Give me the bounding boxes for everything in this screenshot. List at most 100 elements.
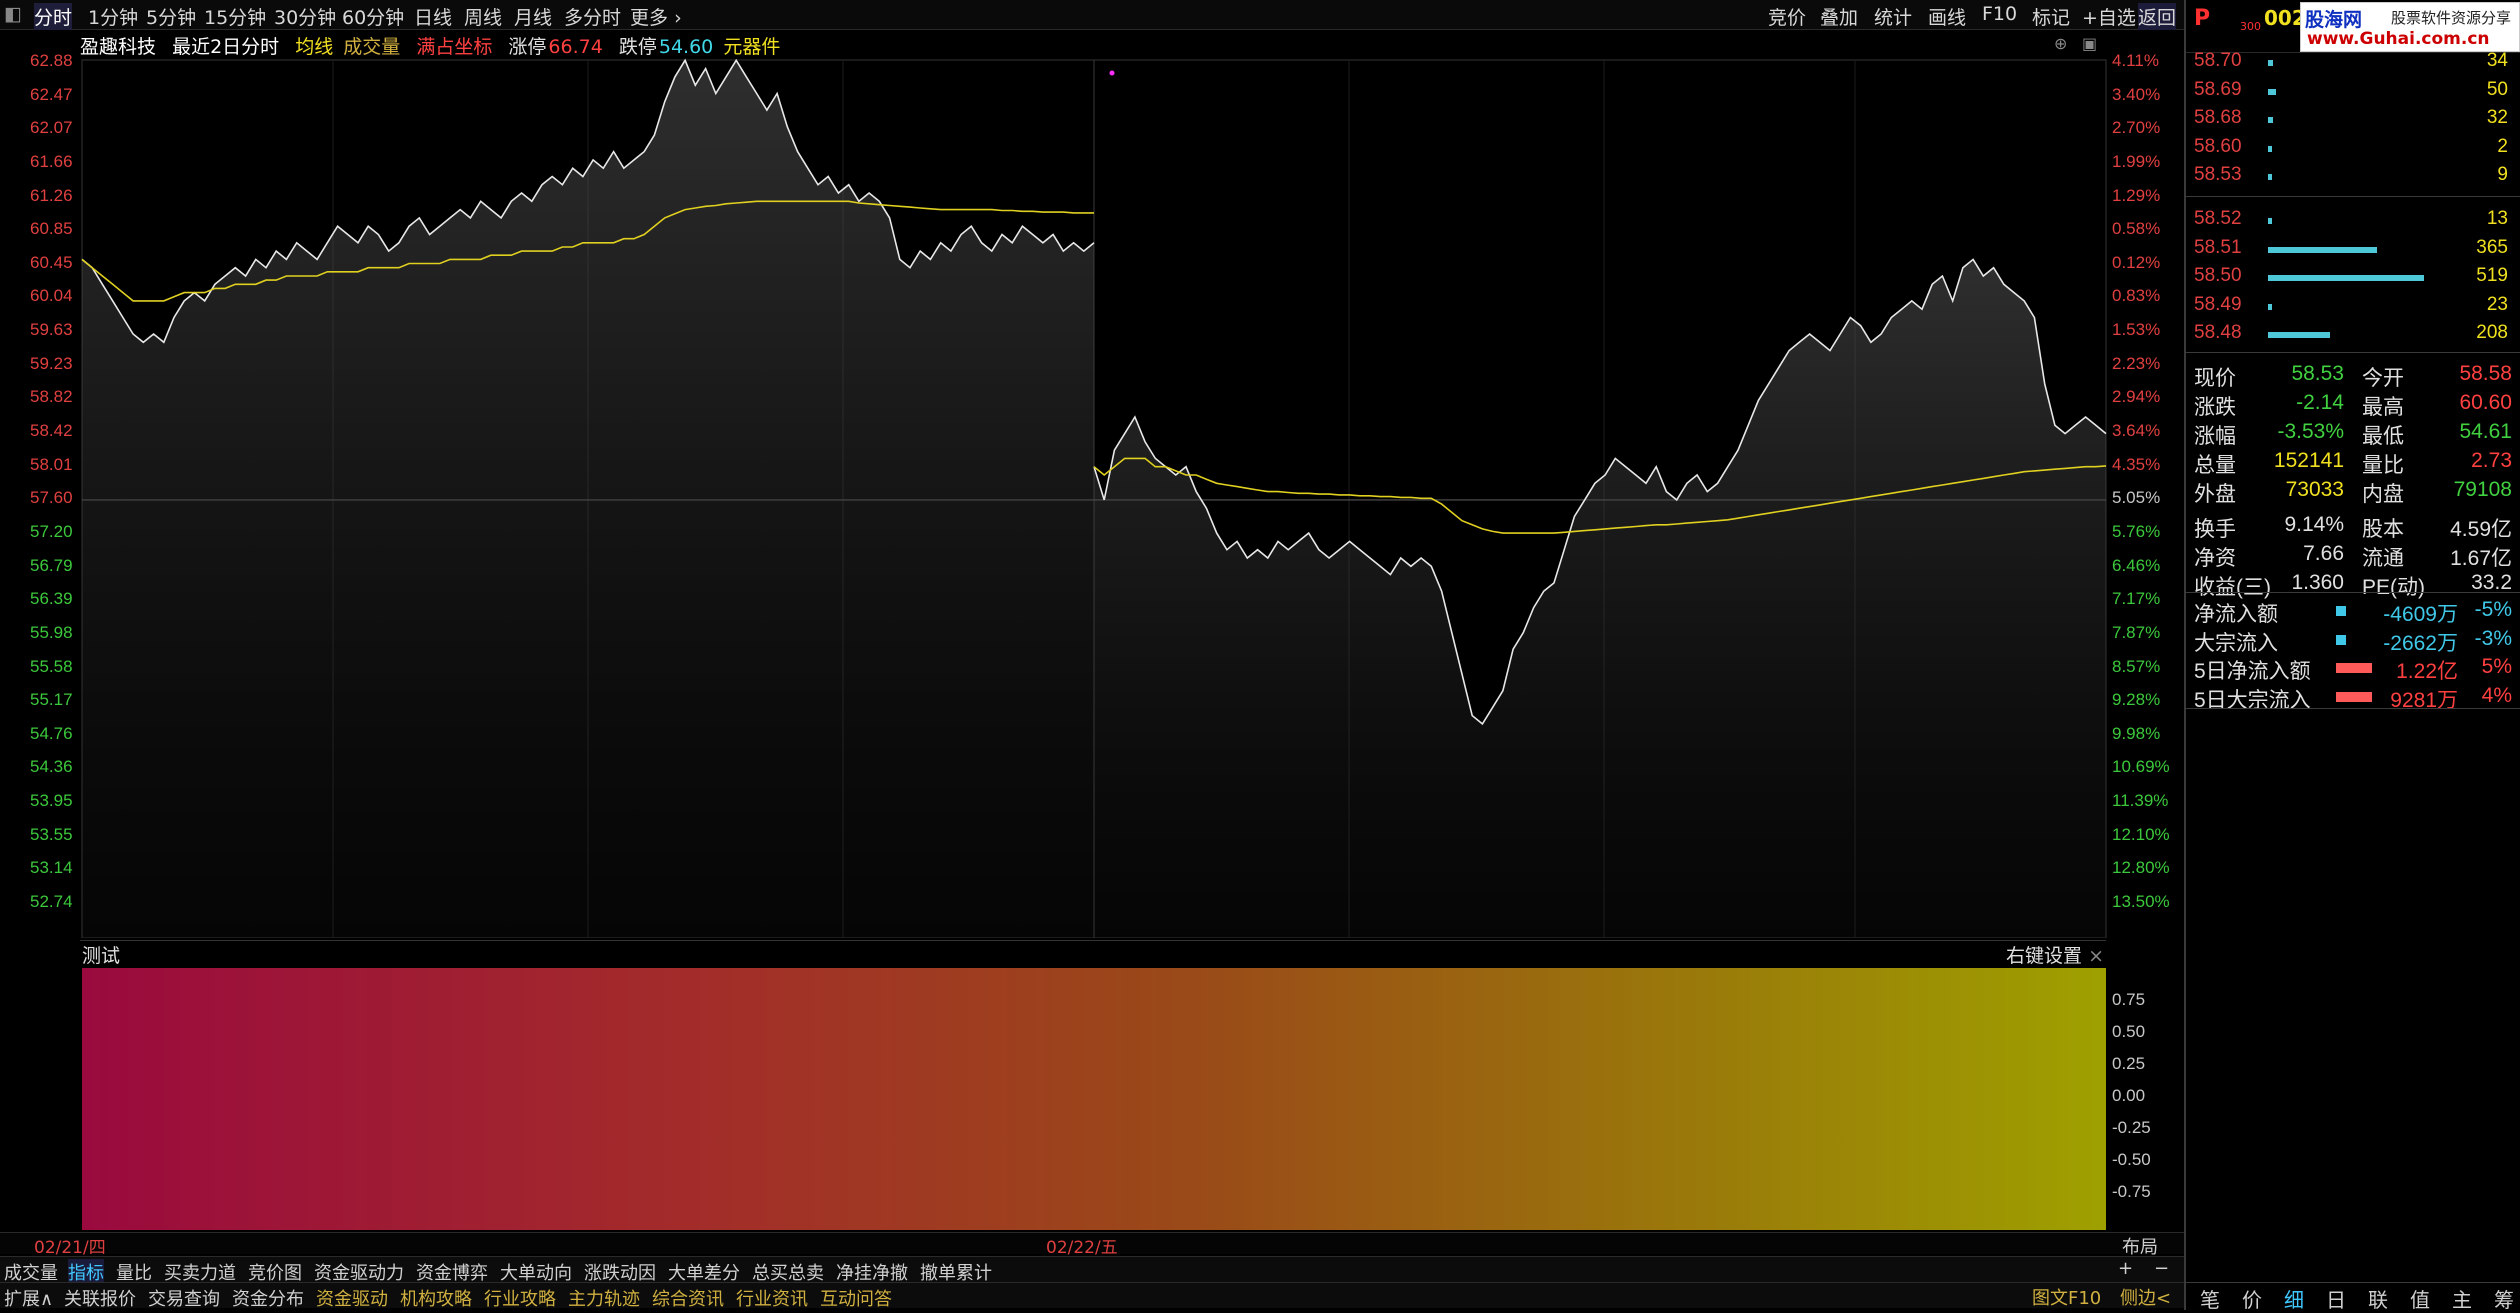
tab-daily[interactable]: 日线: [414, 3, 452, 30]
indicator-settings[interactable]: 右键设置 ×: [2006, 941, 2104, 968]
period-label: 最近2日分时: [172, 36, 280, 58]
ask-volume-bar: [2268, 174, 2272, 180]
price-tick: 53.14: [30, 858, 73, 878]
ext-tab-8[interactable]: 综合资讯: [652, 1285, 724, 1311]
btn-f10[interactable]: F10: [1982, 3, 2017, 25]
ext-tab-6[interactable]: 行业攻略: [484, 1285, 556, 1311]
bid-row[interactable]: 58.52 13: [2194, 208, 2514, 236]
stat-value: 2.73: [2471, 449, 2512, 472]
ext-tab-3[interactable]: 资金分布: [232, 1285, 304, 1311]
ext-tab-2[interactable]: 交易查询: [148, 1285, 220, 1311]
limit-up-value: 66.74: [548, 36, 603, 58]
panel-tab-4[interactable]: 联: [2368, 1284, 2388, 1313]
flow-label: 5日净流入额: [2194, 660, 2311, 683]
window-toggle-icon[interactable]: ▣: [2082, 34, 2097, 53]
ask-row[interactable]: 58.68 32: [2194, 107, 2514, 135]
panel-tab-2[interactable]: 细: [2284, 1284, 2304, 1313]
tab-5min[interactable]: 5分钟: [146, 3, 196, 30]
tab-fenshi[interactable]: 分时: [34, 3, 73, 30]
btn-draw[interactable]: 画线: [1928, 3, 1966, 30]
btn-bidding[interactable]: 竞价: [1768, 3, 1806, 30]
pct-tick: 12.10%: [2112, 824, 2170, 844]
bid-volume: 519: [2476, 265, 2508, 286]
price-tick: 60.45: [30, 252, 73, 272]
price-tick: 62.07: [30, 118, 73, 138]
btn-back[interactable]: 返回: [2138, 3, 2177, 30]
ask-row[interactable]: 58.70 34: [2194, 50, 2514, 78]
flow-value: -2662万: [2383, 631, 2458, 655]
collapse-icon[interactable]: ◧: [4, 3, 22, 25]
stat-label: 总量: [2194, 454, 2236, 477]
tab-30min[interactable]: 30分钟: [274, 3, 336, 30]
bid-price: 58.51: [2194, 236, 2242, 258]
stat-value: 7.66: [2303, 542, 2344, 565]
ext-tab-5[interactable]: 机构攻略: [400, 1285, 472, 1311]
panel-tab-7[interactable]: 筹: [2494, 1284, 2514, 1313]
stat-label: 涨幅: [2194, 425, 2236, 448]
ext-tab-7[interactable]: 主力轨迹: [568, 1285, 640, 1311]
panel-tab-3[interactable]: 日: [2326, 1284, 2346, 1313]
indicator-gradient-area: [82, 968, 2106, 1230]
full-coord-label[interactable]: 满占坐标: [416, 36, 492, 58]
bid-row[interactable]: 58.49 23: [2194, 294, 2514, 322]
tab-1min[interactable]: 1分钟: [88, 3, 138, 30]
stat-label: 涨跌: [2194, 396, 2236, 419]
sidebar-toggle-button[interactable]: 侧边<: [2120, 1284, 2171, 1310]
btn-stats[interactable]: 统计: [1874, 3, 1912, 30]
stat-label: 收益(三): [2194, 576, 2271, 599]
bid-row[interactable]: 58.48 208: [2194, 322, 2514, 350]
pct-tick: 0.12%: [2112, 252, 2161, 272]
tab-weekly[interactable]: 周线: [464, 3, 502, 30]
pct-tick: 0.58%: [2112, 219, 2161, 239]
tab-multi-fenshi[interactable]: 多分时: [564, 3, 621, 30]
panel-tab-5[interactable]: 值: [2410, 1284, 2430, 1313]
ext-tab-9[interactable]: 行业资讯: [736, 1285, 808, 1311]
bid-volume-bar: [2268, 303, 2272, 310]
bid-row[interactable]: 58.51 365: [2194, 237, 2514, 265]
header-sub: 300: [2240, 20, 2261, 33]
ask-row[interactable]: 58.60 2: [2194, 136, 2514, 164]
zoom-icon[interactable]: ⊕: [2054, 34, 2067, 53]
btn-add-favorite[interactable]: +自选: [2082, 3, 2136, 30]
stat-value: 4.59亿: [2450, 518, 2512, 541]
pct-tick: 3.40%: [2112, 84, 2161, 104]
tab-15min[interactable]: 15分钟: [204, 3, 266, 30]
stat-label: 现价: [2194, 367, 2236, 390]
watermark-logo: 股海网 股票软件资源分享 www.Guhai.com.cn: [2300, 2, 2520, 52]
bid-volume-bar: [2268, 332, 2331, 338]
btn-mark[interactable]: 标记: [2032, 3, 2070, 30]
panel-tab-0[interactable]: 笔: [2200, 1284, 2220, 1313]
ext-tab-1[interactable]: 关联报价: [64, 1285, 136, 1311]
price-tick: 57.60: [30, 488, 73, 508]
tab-more[interactable]: 更多 ›: [630, 3, 682, 30]
pct-tick: 0.83%: [2112, 286, 2161, 306]
bid-row[interactable]: 58.50 519: [2194, 265, 2514, 293]
ask-row[interactable]: 58.69 50: [2194, 79, 2514, 107]
intraday-price-chart[interactable]: [0, 58, 2184, 938]
header-p: P: [2194, 6, 2211, 31]
sector-label[interactable]: 元器件: [723, 36, 780, 58]
tab-monthly[interactable]: 月线: [514, 3, 552, 30]
extension-tabs: 扩展∧ 关联报价 交易查询 资金分布 资金驱动 机构攻略 行业攻略 主力轨迹 综合资讯 行业资讯互…: [0, 1282, 2184, 1311]
price-tick: 62.47: [30, 84, 73, 104]
pct-tick: 7.17%: [2112, 589, 2161, 609]
price-tick: 61.26: [30, 185, 73, 205]
zoom-out-button[interactable]: −: [2154, 1258, 2169, 1279]
panel-tab-1[interactable]: 价: [2242, 1284, 2262, 1313]
flow-pct: -5%: [2474, 598, 2512, 621]
btn-overlay[interactable]: 叠加: [1820, 3, 1858, 30]
close-icon[interactable]: ×: [2088, 945, 2104, 967]
pct-tick: 2.94%: [2112, 387, 2161, 407]
ask-row[interactable]: 58.53 9: [2194, 164, 2514, 192]
tab-60min[interactable]: 60分钟: [342, 3, 404, 30]
ext-tab-0[interactable]: 扩展∧: [4, 1285, 53, 1311]
avg-line-label[interactable]: 均线: [295, 36, 333, 58]
volume-label[interactable]: 成交量: [343, 36, 400, 58]
panel-tab-6[interactable]: 主: [2452, 1284, 2472, 1313]
ext-tab-4[interactable]: 资金驱动: [316, 1285, 388, 1311]
indicator-name: 测试: [82, 945, 121, 967]
zoom-in-button[interactable]: +: [2118, 1258, 2133, 1279]
ext-tab-10[interactable]: 互动问答: [820, 1285, 892, 1311]
price-tick: 55.58: [30, 656, 73, 676]
text-f10-button[interactable]: 图文F10: [2032, 1284, 2101, 1310]
